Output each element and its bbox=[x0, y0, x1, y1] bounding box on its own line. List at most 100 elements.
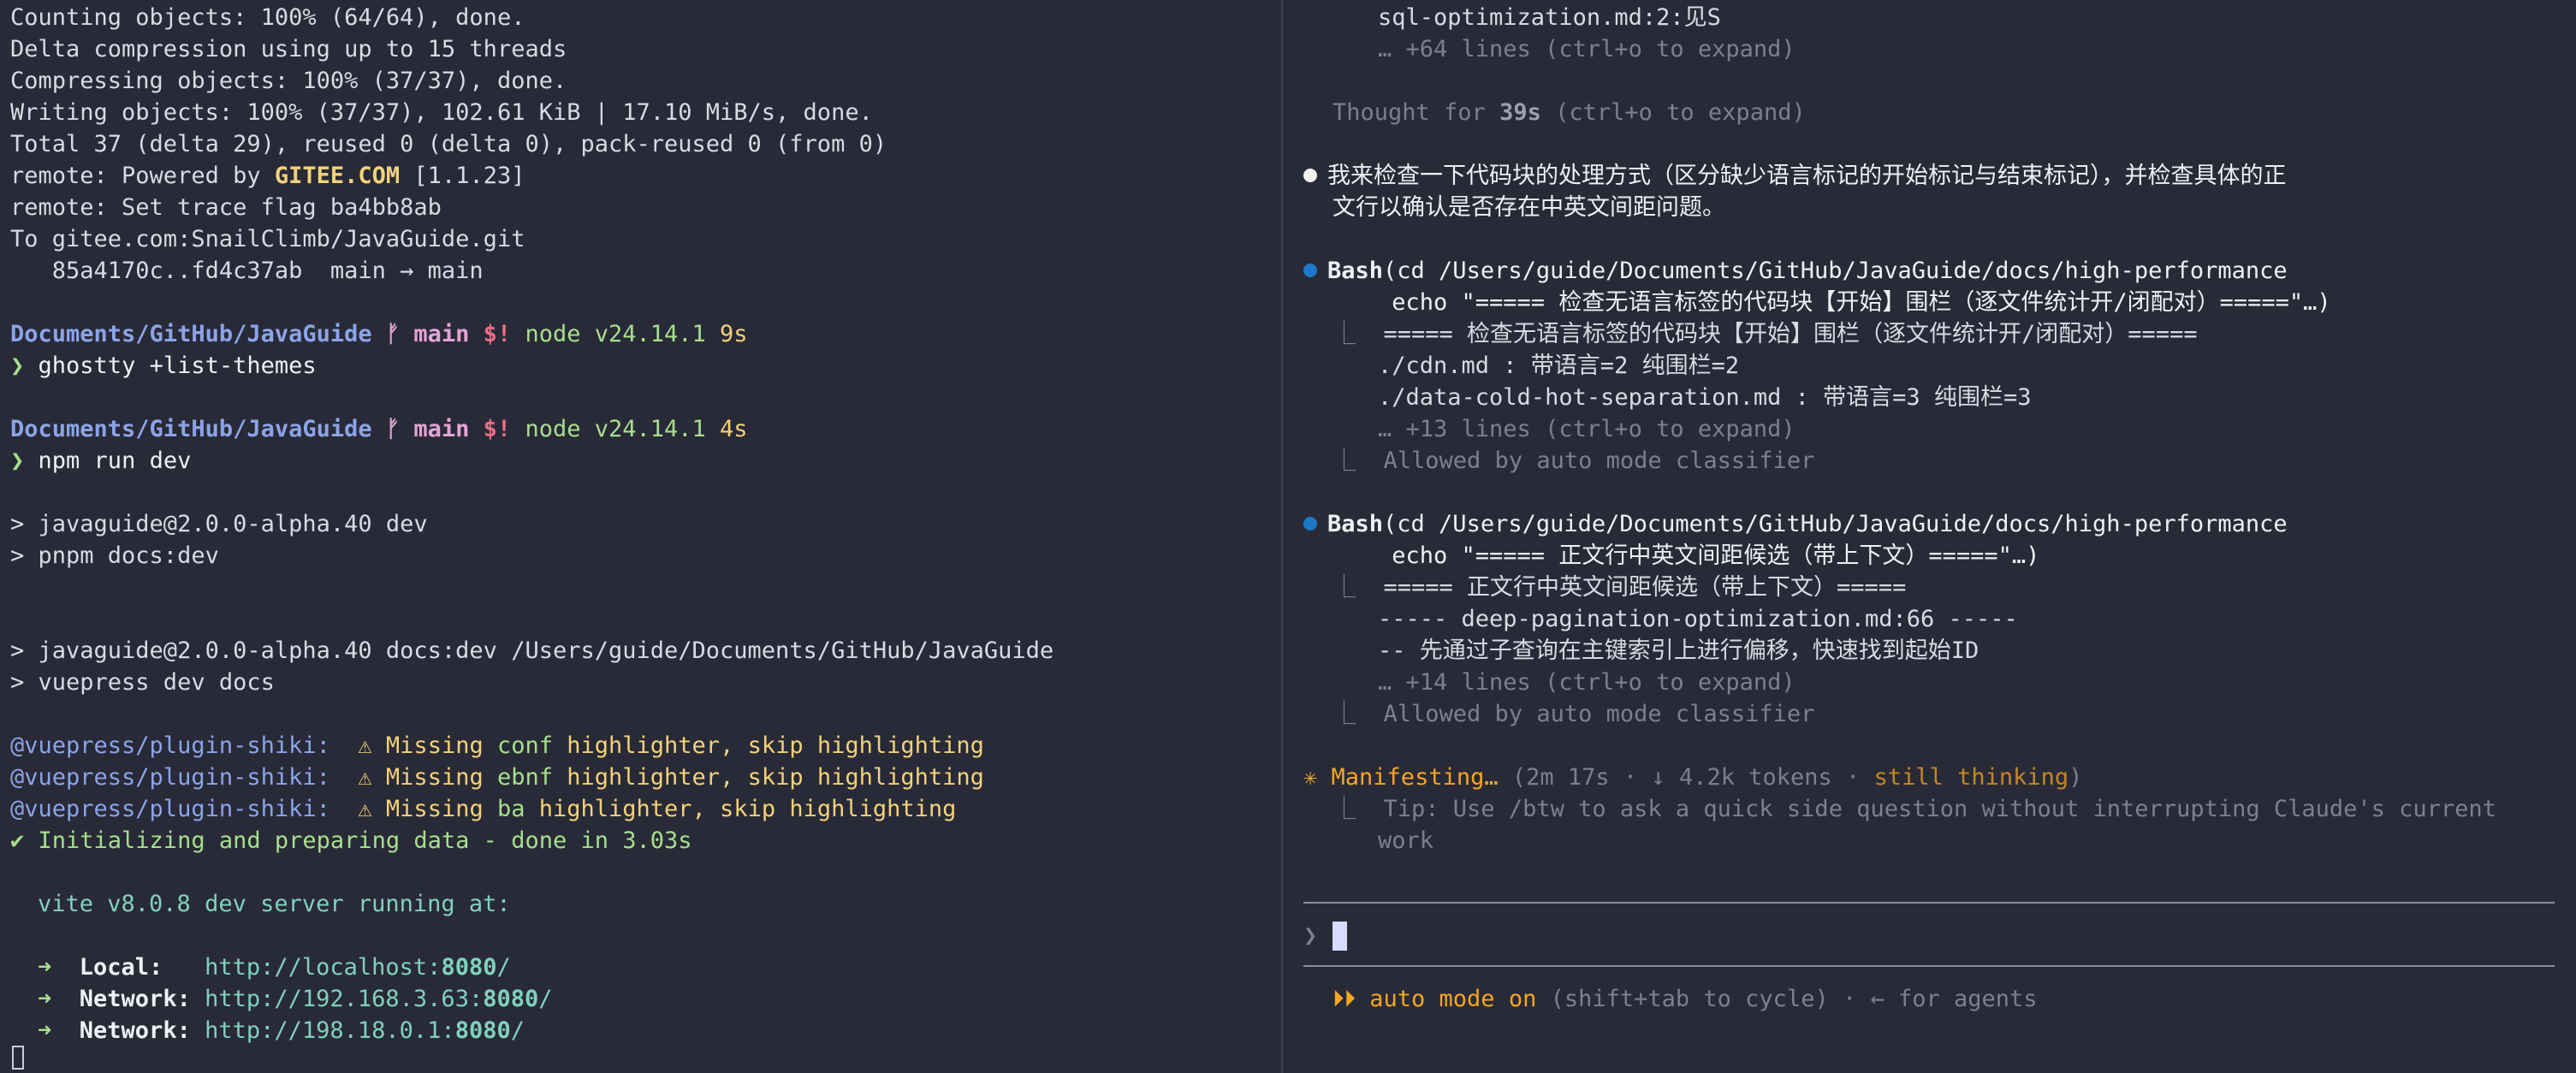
tip-text: Tip: Use /btw to ask a quick side questi… bbox=[1383, 796, 2496, 822]
tool-command: echo "===== 正文行中英文间距候选（带上下文）====="…) bbox=[1378, 542, 2040, 569]
prompt-duration: 9s bbox=[720, 321, 748, 347]
claude-code-pane[interactable]: sql-optimization.md:2:见S … +64 lines (ct… bbox=[1283, 0, 2576, 1073]
server-line: ➜ Network: http://192.168.3.63:8080/ bbox=[38, 983, 553, 1015]
prompt-duration: 4s bbox=[720, 416, 748, 442]
warning-icon: ⚠ bbox=[358, 764, 372, 791]
command-text: npm run dev bbox=[38, 448, 192, 474]
thought-suffix: (ctrl+o to expand) bbox=[1540, 99, 1806, 126]
push-to-line: To gitee.com:SnailClimb/JavaGuide.git bbox=[10, 226, 525, 252]
warning-lang: conf bbox=[496, 732, 553, 759]
tool-output-line: -- 先通过子查询在主键索引上进行偏移，快速找到起始ID bbox=[1378, 637, 1979, 664]
mode-indicator[interactable]: ⏵⏵ auto mode on (shift+tab to cycle) · ←… bbox=[1333, 983, 2038, 1015]
tip-line: ⎿ Tip: Use /btw to ask a quick side ques… bbox=[1333, 793, 2496, 825]
npm-output-line: > javaguide@2.0.0-alpha.40 docs:dev /Use… bbox=[10, 637, 1054, 664]
status-paren: ) bbox=[2069, 764, 2083, 791]
server-line: ➜ Local: http://localhost:8080/ bbox=[38, 951, 511, 983]
shiki-warning: @vuepress/plugin-shiki: ⚠ Missing conf h… bbox=[10, 730, 984, 762]
server-url[interactable]: http://192.168.3.63:8080/ bbox=[205, 986, 552, 1012]
remote-trace-line: remote: Set trace flag ba4bb8ab bbox=[10, 194, 442, 221]
warning-text: highlighter, skip highlighting bbox=[553, 764, 984, 791]
server-line: ➜ Network: http://198.18.0.1:8080/ bbox=[38, 1015, 525, 1046]
output-text: ===== 正文行中英文间距候选（带上下文）===== bbox=[1383, 574, 1907, 601]
git-output-line: Total 37 (delta 29), reused 0 (delta 0),… bbox=[10, 131, 887, 157]
server-url[interactable]: http://localhost:8080/ bbox=[205, 954, 511, 981]
permission-note: ⎿ Allowed by auto mode classifier bbox=[1333, 445, 1814, 477]
warning-text: Missing bbox=[385, 796, 497, 822]
prompt-arrow-icon: ❯ bbox=[10, 448, 25, 474]
tool-output-line: ⎿ ===== 正文行中英文间距候选（带上下文）===== bbox=[1333, 572, 1906, 603]
plugin-name: @vuepress/plugin-shiki: bbox=[10, 764, 330, 791]
bash-tool-call[interactable]: Bash(cd /Users/guide/Documents/GitHub/Ja… bbox=[1303, 508, 2288, 540]
expand-hint[interactable]: … +14 lines (ctrl+o to expand) bbox=[1378, 667, 1795, 698]
status-tokens: ↓ 4.2k tokens bbox=[1651, 764, 1832, 791]
expand-hint[interactable]: … +64 lines (ctrl+o to expand) bbox=[1378, 33, 1795, 65]
status-thinking: still thinking bbox=[1873, 764, 2069, 791]
status-sep: · bbox=[1831, 764, 1874, 791]
command-line: ❯ ghostty +list-themes bbox=[10, 350, 317, 382]
mode-label: auto mode on bbox=[1369, 986, 1537, 1012]
url-slash: / bbox=[538, 986, 553, 1012]
thought-prefix: Thought for bbox=[1333, 99, 1500, 126]
npm-output-line: > vuepress dev docs bbox=[10, 669, 275, 696]
shell-prompt: Documents/GitHub/JavaGuide ᚠ main $! nod… bbox=[10, 413, 748, 445]
input-bottom-border bbox=[1303, 965, 2555, 967]
warning-text: highlighter, skip highlighting bbox=[553, 732, 984, 759]
status-sep: · bbox=[1609, 764, 1652, 791]
terminal-cursor bbox=[12, 1046, 24, 1070]
fast-forward-icon: ⏵⏵ bbox=[1333, 986, 1356, 1012]
url-port: 8080 bbox=[454, 1017, 511, 1044]
tool-name: Bash bbox=[1327, 511, 1384, 537]
server-label: Network: bbox=[79, 986, 191, 1012]
vite-banner: vite v8.0.8 dev server running at: bbox=[38, 891, 511, 917]
git-output-line: Counting objects: 100% (64/64), done. bbox=[10, 4, 525, 31]
warning-text: Missing bbox=[385, 764, 497, 791]
permission-note: ⎿ Allowed by auto mode classifier bbox=[1333, 698, 1814, 730]
tool-status-dot-icon bbox=[1303, 263, 1317, 277]
prompt-branch: main bbox=[413, 416, 470, 442]
url-port: 8080 bbox=[483, 986, 539, 1012]
tool-command: echo "===== 检查无语言标签的代码块【开始】围栏（逐文件统计开/闭配对… bbox=[1378, 289, 2331, 316]
status-label: Manifesting… bbox=[1331, 764, 1499, 791]
assistant-message: 我来检查一下代码块的处理方式（区分缺少语言标记的开始标记与结束标记），并检查具体… bbox=[1303, 160, 2287, 192]
prompt-git-status: $! bbox=[483, 321, 512, 347]
status-paren: ( bbox=[1498, 764, 1527, 791]
url-port: 8080 bbox=[441, 954, 497, 981]
server-label: Local: bbox=[79, 954, 191, 981]
expand-hint[interactable]: … +13 lines (ctrl+o to expand) bbox=[1378, 413, 1795, 445]
prompt-path: Documents/GitHub/JavaGuide bbox=[10, 416, 372, 442]
git-output-line: Delta compression using up to 15 threads bbox=[10, 36, 567, 62]
message-text: 文行以确认是否存在中英文间距问题。 bbox=[1333, 194, 1725, 221]
tool-output-line: ./cdn.md : 带语言=2 纯围栏=2 bbox=[1378, 353, 1740, 379]
status-elapsed: 2m 17s bbox=[1526, 764, 1610, 791]
push-ref-line: 85a4170c..fd4c37ab main → main bbox=[10, 258, 484, 284]
bash-tool-call[interactable]: Bash(cd /Users/guide/Documents/GitHub/Ja… bbox=[1303, 255, 2288, 287]
prompt-input[interactable] bbox=[1333, 922, 1347, 951]
shiki-warning: @vuepress/plugin-shiki: ⚠ Missing ebnf h… bbox=[10, 762, 984, 793]
corner-icon: ⎿ bbox=[1333, 448, 1356, 474]
npm-output-line: > pnpm docs:dev bbox=[10, 542, 219, 569]
corner-icon: ⎿ bbox=[1333, 796, 1356, 822]
git-branch-icon: ᚠ bbox=[385, 416, 401, 442]
thought-line[interactable]: Thought for 39s (ctrl+o to expand) bbox=[1333, 97, 1806, 128]
arrow-icon: ➜ bbox=[38, 954, 52, 981]
allowed-text: Allowed by auto mode classifier bbox=[1383, 448, 1815, 474]
server-url[interactable]: http://198.18.0.1:8080/ bbox=[205, 1017, 525, 1044]
prompt-git-status: $! bbox=[483, 416, 512, 442]
output-text: ===== 检查无语言标签的代码块【开始】围栏（逐文件统计开/闭配对）===== bbox=[1383, 321, 2198, 347]
tool-output-line: ----- deep-pagination-optimization.md:66… bbox=[1378, 606, 2018, 632]
arrow-icon: ➜ bbox=[38, 986, 52, 1012]
prompt-path: Documents/GitHub/JavaGuide bbox=[10, 321, 372, 347]
allowed-text: Allowed by auto mode classifier bbox=[1383, 701, 1815, 727]
corner-icon: ⎿ bbox=[1333, 701, 1356, 727]
tool-name: Bash bbox=[1327, 258, 1384, 284]
prompt-branch: main bbox=[413, 321, 470, 347]
warning-icon: ⚠ bbox=[358, 796, 372, 822]
url-host: http://198.18.0.1: bbox=[205, 1017, 455, 1044]
warning-lang: ba bbox=[496, 796, 525, 822]
tool-output-line: sql-optimization.md:2:见S bbox=[1378, 4, 1721, 31]
terminal-left-pane[interactable]: Counting objects: 100% (64/64), done. De… bbox=[0, 0, 1281, 1073]
plugin-name: @vuepress/plugin-shiki: bbox=[10, 732, 330, 759]
url-slash: / bbox=[496, 954, 511, 981]
command-line: ❯ npm run dev bbox=[10, 445, 191, 477]
mode-hint: (shift+tab to cycle) · ← for agents bbox=[1536, 986, 2038, 1012]
